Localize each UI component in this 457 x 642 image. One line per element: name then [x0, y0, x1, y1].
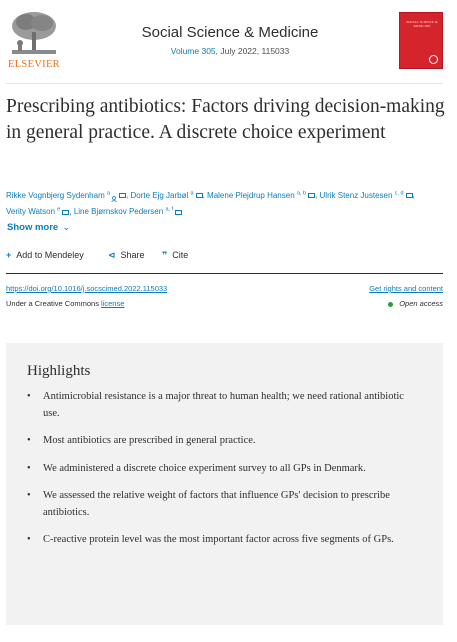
highlight-text: C-reactive protein level was the most im…	[43, 534, 394, 545]
open-access-badge: Open access	[388, 299, 443, 308]
plus-icon: +	[6, 250, 12, 260]
mendeley-label: Add to Mendeley	[16, 250, 84, 260]
author-name: Ulrik Stenz Justesen	[319, 190, 393, 200]
add-to-mendeley-button[interactable]: + Add to Mendeley	[6, 250, 84, 260]
highlight-text: We administered a discrete choice experi…	[43, 462, 366, 474]
author-affiliation: c, d	[394, 190, 404, 196]
mail-icon	[119, 193, 127, 199]
license-link[interactable]: license	[101, 299, 124, 308]
bullet-icon: •	[27, 534, 31, 545]
mail-icon	[195, 193, 203, 199]
header-divider	[6, 83, 443, 84]
author-name: Rikke Vognbjerg Sydenham	[6, 190, 105, 200]
license-prefix: Under a Creative Commons	[6, 299, 102, 308]
open-access-icon	[388, 301, 394, 307]
bullet-icon: •	[27, 391, 31, 402]
elsevier-logo[interactable]: ELSEVIER	[6, 10, 62, 70]
highlight-item: • Antimicrobial resistance is a major thr…	[27, 389, 417, 422]
show-more-button[interactable]: Show more ⌄	[7, 222, 70, 233]
volume-link[interactable]: Volume 305	[171, 46, 216, 56]
highlights-heading: Highlights	[27, 363, 91, 379]
journal-cover-thumbnail[interactable]: SOCIAL SCIENCE & MEDICINE	[399, 12, 443, 69]
open-access-label: Open access	[399, 299, 443, 308]
author-link[interactable]: Malene Plejdrup Hansen a, b	[207, 190, 316, 200]
journal-header: ELSEVIER Social Science & Medicine Volum…	[0, 0, 457, 84]
author-name: Verity Watson	[6, 207, 56, 217]
author-link[interactable]: Dorte Ejg Jarbøl a	[130, 190, 203, 200]
highlight-item: • C-reactive protein level was the most i…	[27, 532, 417, 549]
chevron-down-icon: ⌄	[62, 222, 71, 233]
get-rights-link[interactable]: Get rights and content	[369, 284, 443, 293]
highlight-item: • Most antibiotics are prescribed in gene…	[27, 433, 417, 450]
highlights-list: • Antimicrobial resistance is a major thr…	[27, 389, 417, 560]
author-affiliation: a, b	[296, 190, 307, 196]
share-label: Share	[120, 250, 145, 260]
author-name: Line Bjørnskov Pedersen	[73, 207, 164, 217]
author-link[interactable]: Verity Watson e	[6, 206, 70, 217]
show-more-label: Show more	[7, 222, 59, 233]
actions-divider	[6, 273, 443, 274]
author-affiliation: e	[57, 206, 61, 213]
author-affiliation: a	[106, 190, 111, 196]
highlight-text: Antimicrobial resistance is a major thre…	[43, 391, 404, 419]
bullet-icon: •	[27, 435, 31, 446]
highlight-text: Most antibiotics are prescribed in gener…	[43, 435, 256, 446]
cite-label: Cite	[172, 250, 189, 260]
journal-title[interactable]: Social Science & Medicine	[100, 24, 360, 41]
journal-volume: Volume 305, July 2022, 115033	[100, 46, 360, 56]
publisher-name: ELSEVIER	[8, 59, 60, 70]
journal-info: Social Science & Medicine Volume 305, Ju…	[100, 24, 360, 56]
elsevier-tree-icon	[8, 10, 60, 56]
author-name: Malene Plejdrup Hansen	[207, 190, 295, 200]
author-link[interactable]: Line Bjørnskov Pedersen a, f	[73, 206, 183, 217]
author-affiliation: a	[190, 190, 194, 196]
share-icon: ⊲	[108, 250, 116, 260]
bullet-icon: •	[27, 462, 31, 474]
highlights-panel: Highlights • Antimicrobial resistance is …	[6, 343, 443, 625]
highlight-item: • We assessed the relative weight of fact…	[27, 488, 417, 521]
doi-link[interactable]: https://doi.org/10.1016/j.socscimed.2022…	[6, 284, 167, 293]
author-link[interactable]: Ulrik Stenz Justesen c, d	[319, 190, 413, 200]
license-notice: Under a Creative Commons license	[6, 299, 124, 308]
bullet-icon: •	[27, 490, 31, 501]
quote-icon: ❞	[162, 250, 168, 260]
cover-logo-icon	[429, 55, 438, 64]
cite-button[interactable]: ❞ Cite	[162, 250, 188, 261]
mail-icon	[62, 209, 70, 215]
article-title: Prescribing antibiotics: Factors driving…	[6, 96, 445, 143]
author-list: Rikke Vognbjerg Sydenham a, Dorte Ejg Ja…	[6, 190, 415, 217]
mail-icon	[175, 209, 183, 215]
volume-date: , July 2022, 115033	[215, 46, 290, 56]
author-link[interactable]: Rikke Vognbjerg Sydenham a	[6, 190, 127, 202]
author-affiliation: a, f	[165, 206, 174, 213]
author-name: Dorte Ejg Jarbøl	[130, 190, 189, 200]
mail-icon	[405, 193, 413, 199]
cover-title: SOCIAL SCIENCE & MEDICINE	[406, 20, 438, 28]
share-button[interactable]: ⊲ Share	[108, 250, 145, 261]
highlight-item: • We administered a discrete choice exper…	[27, 461, 417, 478]
highlight-text: We assessed the relative weight of facto…	[43, 490, 390, 518]
person-icon	[111, 193, 117, 202]
mail-icon	[308, 193, 316, 199]
